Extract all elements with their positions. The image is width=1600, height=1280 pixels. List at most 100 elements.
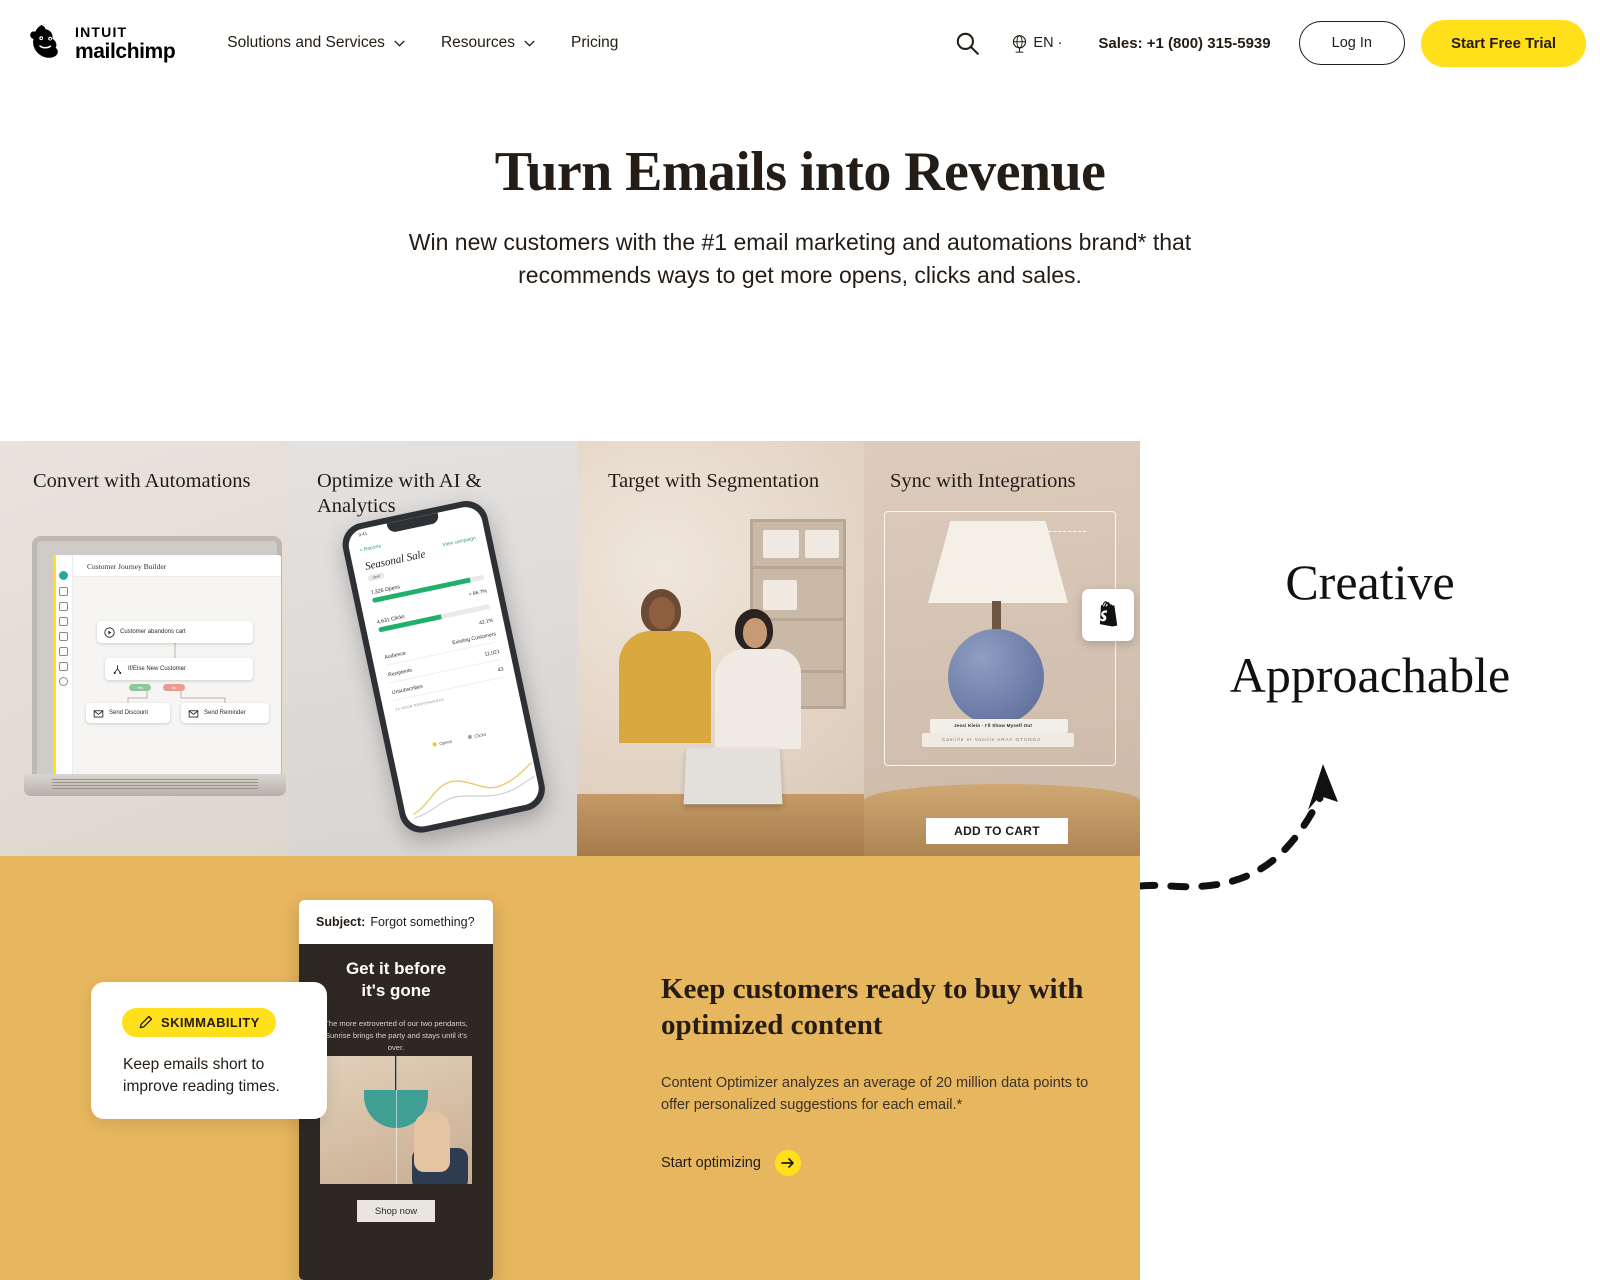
metric-clicks: 4,631 Clicks <box>376 596 491 633</box>
journey-node-condition[interactable]: If/Else New Customer <box>105 658 253 680</box>
language-caret: · <box>1057 35 1063 51</box>
book-bottom-title: Camille et Vanille ARAY OTUNGA <box>942 737 1042 742</box>
email-preview-phone: Subject: Forgot something? Get it before… <box>299 900 493 1280</box>
lamp-shade <box>928 521 1068 603</box>
mailchimp-chimp-icon <box>30 24 58 58</box>
add-to-cart-button[interactable]: ADD TO CART <box>926 818 1068 844</box>
mailchimp-logo[interactable]: INTUIT mailchimp <box>26 22 176 64</box>
stat-label: Unsubscribes <box>391 683 424 697</box>
brand-attributes: Creative Approachable <box>1165 536 1575 721</box>
chevron-down-icon <box>394 40 405 47</box>
email-shop-now-button[interactable]: Shop now <box>357 1200 435 1222</box>
journey-node-send-reminder[interactable]: Send Reminder <box>181 703 269 723</box>
start-optimizing-link[interactable]: Start optimizing <box>661 1150 1111 1177</box>
hero-subtitle: Win new customers with the #1 email mark… <box>408 229 1192 288</box>
phone-screen: 9:41 < Reports View campaign Seasonal Sa… <box>345 504 542 830</box>
stat-value: 43 <box>497 666 505 674</box>
journey-node-label: Send Reminder <box>204 710 246 716</box>
panel-title: Target with Segmentation <box>608 470 820 492</box>
shopify-integration-badge[interactable] <box>1082 589 1134 641</box>
phone-device: 9:41 < Reports View campaign Seasonal Sa… <box>338 496 549 837</box>
start-optimizing-label: Start optimizing <box>661 1155 761 1172</box>
phone-notch <box>386 512 440 534</box>
person-a-body <box>619 631 711 743</box>
campaign-status-badge: Sent <box>367 572 386 582</box>
storage-box <box>763 530 799 558</box>
login-button[interactable]: Log In <box>1298 21 1405 65</box>
nav-item-pricing[interactable]: Pricing <box>571 34 618 52</box>
panel-sync-with-integrations[interactable]: Jessi Klein · I'll Show Myself Out Camil… <box>864 441 1140 856</box>
book-bottom: Camille et Vanille ARAY OTUNGA <box>922 733 1074 747</box>
stat-label: Audience <box>383 650 407 661</box>
journey-node-trigger[interactable]: Customer abandons cart <box>97 621 253 643</box>
email-image-divider <box>396 1056 397 1184</box>
sales-phone-link[interactable]: Sales: +1 (800) 315-5939 <box>1098 35 1270 52</box>
brand-word-approachable: Approachable <box>1229 646 1511 703</box>
language-label: EN <box>1033 35 1054 51</box>
panel-title: Convert with Automations <box>33 470 251 492</box>
panel-title: Sync with Integrations <box>890 470 1076 492</box>
storage-box <box>805 530 839 558</box>
skimmability-badge: SKIMMABILITY <box>122 1008 276 1037</box>
pencil-icon <box>139 1015 153 1029</box>
nav-item-resources[interactable]: Resources <box>441 34 535 52</box>
person-b-body <box>715 649 801 749</box>
journey-node-label: Send Discount <box>109 710 149 716</box>
journey-builder-app: Customer Journey Builder Customer abando… <box>53 555 281 783</box>
hero-section: Turn Emails into Revenue Win new custome… <box>0 140 1600 291</box>
laptop-mockup: Customer Journey Builder Customer abando… <box>24 536 286 806</box>
branch-icon <box>113 664 122 674</box>
skimmability-card: SKIMMABILITY Keep emails short to improv… <box>91 982 327 1119</box>
journey-branch-no: No <box>163 684 185 691</box>
view-campaign-link[interactable]: View campaign <box>442 535 476 548</box>
laptop-screen: Customer Journey Builder Customer abando… <box>32 536 282 783</box>
phone-analytics-mockup: 9:41 < Reports View campaign Seasonal Sa… <box>289 488 577 856</box>
chevron-down-icon <box>524 40 535 47</box>
logo-mailchimp-text: mailchimp <box>75 39 176 63</box>
email-headline: Get it before it's gone <box>345 959 447 1000</box>
nav-item-solutions-and-services[interactable]: Solutions and Services <box>227 34 405 52</box>
email-subject-label: Subject: <box>316 915 366 929</box>
person-b-face <box>743 618 767 648</box>
globe-icon <box>1013 34 1027 53</box>
skimmability-badge-label: SKIMMABILITY <box>161 1015 260 1030</box>
envelope-icon <box>188 709 199 717</box>
skimmability-text: Keep emails short to improve reading tim… <box>123 1056 280 1095</box>
legend-item-clicks: Clicks <box>467 732 486 741</box>
status-bar-time: 9:41 <box>357 530 368 538</box>
section-heading: Keep customers ready to buy with optimiz… <box>661 973 1084 1042</box>
nav-label: Resources <box>440 34 516 51</box>
start-free-trial-button[interactable]: Start Free Trial <box>1420 19 1586 67</box>
email-subject-value: Forgot something? <box>370 915 475 929</box>
optimized-content-section: Subject: Forgot something? Get it before… <box>0 856 1140 1280</box>
shopify-icon <box>1099 601 1118 627</box>
metric-clicks-value: 42.1% <box>478 617 494 627</box>
hero-title: Turn Emails into Revenue <box>494 141 1106 203</box>
play-circle-icon <box>104 626 115 638</box>
reports-back-link[interactable]: < Reports <box>359 543 382 553</box>
panel-optimize-with-ai-analytics[interactable]: Optimize with AI & Analytics 9:41 < Repo… <box>289 441 577 856</box>
journey-node-label: Customer abandons cart <box>120 629 186 635</box>
panel-target-with-segmentation[interactable]: Target with Segmentation <box>577 441 864 856</box>
laptop-keyboard <box>52 779 258 791</box>
journey-node-send-discount[interactable]: Send Discount <box>86 703 170 723</box>
arrow-right-icon <box>774 1150 801 1177</box>
main-navigation: Solutions and Services Resources Pricing <box>227 34 618 52</box>
panel-convert-with-automations[interactable]: Convert with Automations Customer Journe… <box>0 441 289 856</box>
campaign-title: Seasonal Sale <box>363 548 427 573</box>
logo-intuit-text: INTUIT <box>75 23 128 40</box>
feature-panel-strip: Convert with Automations Customer Journe… <box>0 441 1140 856</box>
header-actions: EN · Sales: +1 (800) 315-5939 Log In Sta… <box>954 19 1600 67</box>
email-subject-bar: Subject: Forgot something? <box>299 900 493 944</box>
stat-label: Recipients <box>387 667 413 679</box>
stat-value: Existing Customers <box>451 631 497 647</box>
nav-label: Pricing <box>571 34 619 51</box>
book-top-title: Jessi Klein · I'll Show Myself Out <box>954 723 1033 728</box>
metric-opens: 7,326 Opens <box>370 567 485 604</box>
language-selector[interactable]: EN · <box>1010 34 1062 53</box>
person-hand <box>414 1112 450 1172</box>
legend-item-opens: Opens <box>431 739 453 748</box>
chart-legend: Opens Clicks <box>392 723 526 756</box>
search-icon[interactable] <box>954 30 980 56</box>
lamp-base-ball <box>948 629 1044 725</box>
